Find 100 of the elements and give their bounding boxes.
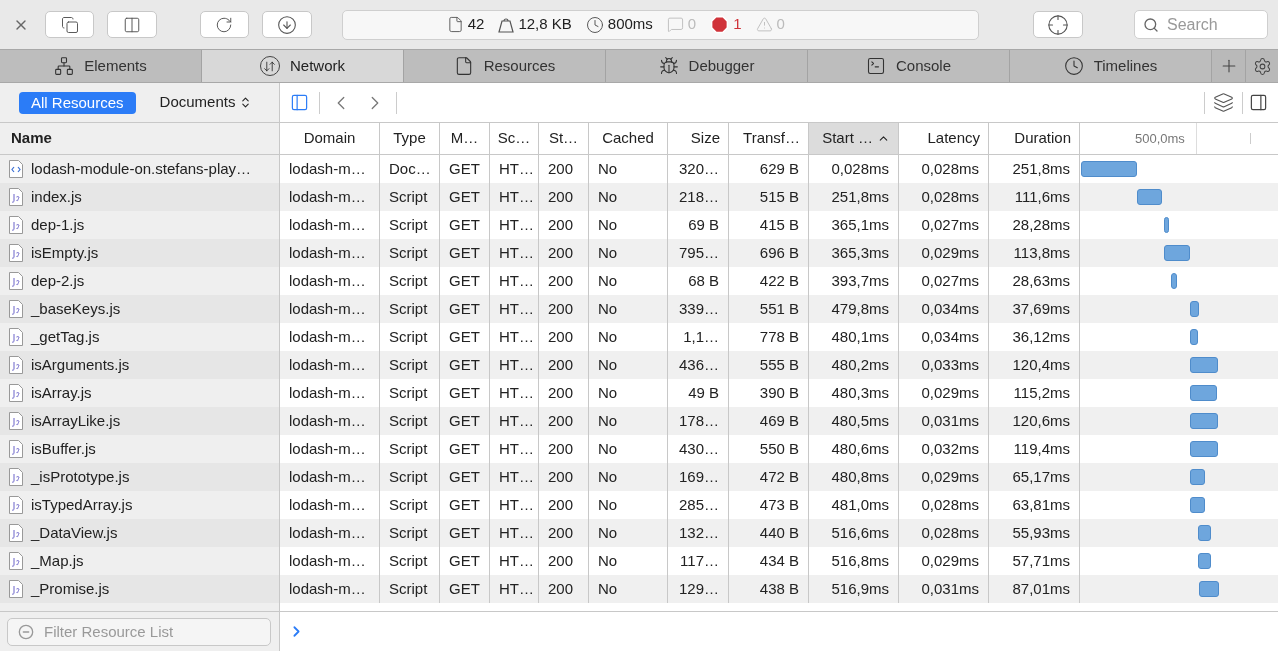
terminal-icon [865, 56, 886, 76]
sidebar-toggle-icon[interactable] [290, 93, 309, 112]
table-cell: HT… [490, 575, 539, 603]
weight-icon [498, 16, 515, 33]
tab[interactable]: Elements [0, 50, 202, 82]
script-file-icon [9, 440, 23, 458]
stat-value: 0 [687, 14, 697, 35]
table-cell: 129… [668, 575, 729, 603]
waterfall-bar [1164, 217, 1169, 233]
layers-icon[interactable] [1213, 92, 1234, 113]
two-windows-icon [60, 15, 79, 34]
waterfall-bar [1190, 469, 1205, 485]
html-file-icon [9, 160, 23, 178]
tab[interactable]: Timelines [1010, 50, 1212, 82]
waterfall-bar [1198, 553, 1211, 569]
script-file-icon [9, 328, 23, 346]
dock-side-button[interactable] [107, 11, 157, 38]
message-icon [666, 16, 684, 33]
column-header[interactable]: Sc… [490, 123, 539, 154]
waterfall-bar [1190, 497, 1205, 513]
stat-value: 0 [776, 14, 785, 35]
script-file-icon [9, 412, 23, 430]
reload-icon [215, 15, 234, 34]
filter-icon [18, 623, 34, 640]
script-file-icon [9, 300, 23, 318]
script-file-icon [9, 552, 23, 570]
tree-icon [54, 56, 75, 76]
waterfall-bar [1137, 189, 1162, 205]
resource-row[interactable]: _isPrototype.js [0, 463, 279, 491]
column-header[interactable]: Duration [989, 123, 1080, 154]
crosshair-icon [1047, 13, 1070, 36]
waterfall-bar [1198, 525, 1211, 541]
script-file-icon [9, 272, 23, 290]
undock-button[interactable] [44, 11, 95, 38]
script-file-icon [9, 580, 23, 598]
column-header[interactable]: St… [539, 123, 589, 154]
script-file-icon [9, 384, 23, 402]
waterfall-bar [1164, 245, 1190, 261]
split-pane-icon [123, 15, 142, 34]
error-icon [710, 15, 730, 34]
table-cell: GET [440, 575, 490, 603]
stat-value: 12,8 KB [518, 14, 572, 35]
details-toggle-icon[interactable] [1249, 93, 1268, 112]
script-file-icon [9, 244, 23, 262]
search-icon [1143, 17, 1159, 33]
resource-row[interactable]: isEmpty.js [0, 239, 279, 267]
tab[interactable]: Console [808, 50, 1010, 82]
table-cell: 516,9ms [809, 575, 899, 603]
waterfall-bar [1190, 441, 1218, 457]
table-cell: lodash-m… [280, 575, 380, 603]
column-header[interactable]: Latency [899, 123, 989, 154]
scope-dropdown[interactable]: Documents [153, 91, 259, 114]
script-file-icon [9, 496, 23, 514]
scope-button[interactable]: All Resources [19, 91, 136, 114]
stat-value: 42 [467, 14, 485, 35]
waterfall-bar [1190, 329, 1198, 345]
script-file-icon [9, 468, 23, 486]
tab[interactable]: Network [202, 50, 404, 82]
waterfall-bar [1081, 161, 1137, 177]
resource-row[interactable]: _DataView.js [0, 519, 279, 547]
resource-row[interactable]: isArrayLike.js [0, 407, 279, 435]
search-field[interactable]: Search [1134, 10, 1268, 39]
script-file-icon [9, 356, 23, 374]
waterfall-bar [1171, 273, 1177, 289]
waterfall-bar [1190, 357, 1218, 373]
inspect-button[interactable] [1033, 11, 1083, 38]
column-header[interactable]: Name [11, 127, 52, 150]
filter-field[interactable]: Filter Resource List [7, 617, 271, 646]
stat-value: 1 [733, 14, 742, 35]
timeline-header: 500,0ms [1080, 123, 1278, 154]
tab[interactable]: Debugger [606, 50, 808, 82]
table-cell: 87,01ms [989, 575, 1080, 603]
document-icon [446, 16, 464, 33]
resource-row[interactable]: index.js [0, 183, 279, 211]
bug-icon [658, 56, 679, 76]
download-icon [276, 14, 297, 35]
download-button[interactable] [262, 11, 312, 38]
tab[interactable]: Resources [404, 50, 606, 82]
settings-icon [1252, 56, 1272, 76]
reload-button[interactable] [199, 11, 250, 38]
column-header[interactable]: Type [380, 123, 440, 154]
clock-icon [1063, 56, 1084, 76]
resource-row[interactable]: _Promise.js [0, 575, 279, 603]
waterfall-bar [1190, 385, 1217, 401]
warning-icon [755, 16, 773, 33]
column-header[interactable]: Size [668, 123, 729, 154]
table-cell: 438 B [729, 575, 809, 603]
column-header[interactable]: Cached [589, 123, 668, 154]
resource-row[interactable]: isArguments.js [0, 351, 279, 379]
table-cell: No [589, 575, 668, 603]
column-header[interactable]: Start … [809, 123, 899, 154]
script-file-icon [9, 216, 23, 234]
stat-value: 800ms [607, 14, 653, 35]
script-file-icon [9, 188, 23, 206]
column-header[interactable]: Domain [280, 123, 380, 154]
waterfall-bar [1190, 413, 1218, 429]
resource-row[interactable]: _baseKeys.js [0, 295, 279, 323]
table-cell: Script [380, 575, 440, 603]
table-cell: 200 [539, 575, 589, 603]
column-header[interactable]: M… [440, 123, 490, 154]
